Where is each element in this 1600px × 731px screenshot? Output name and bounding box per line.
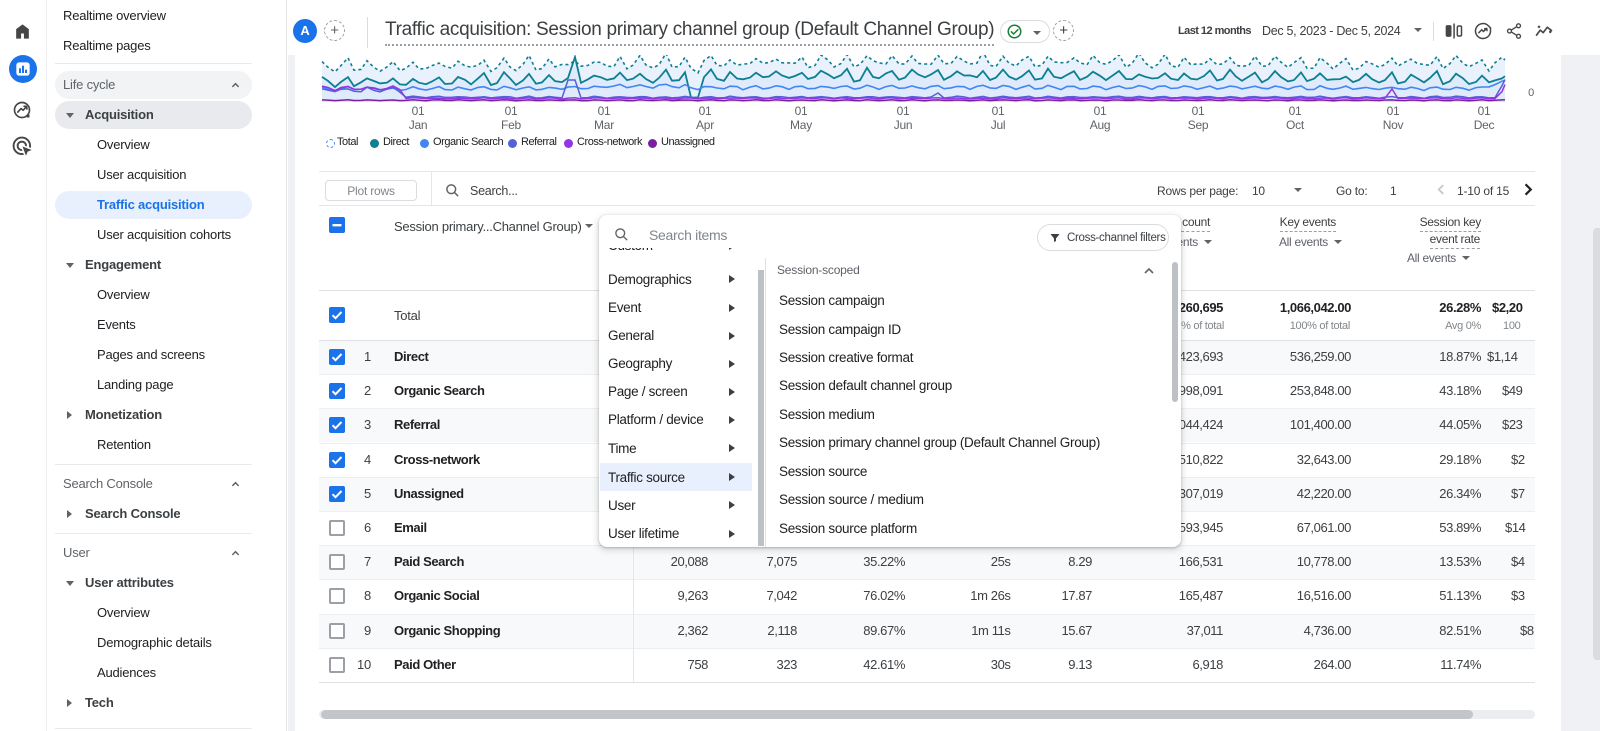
svg-text:Nov: Nov xyxy=(1383,118,1404,132)
svg-text:01: 01 xyxy=(1192,104,1205,118)
svg-text:Mar: Mar xyxy=(594,118,614,132)
svg-text:Jan: Jan xyxy=(409,118,428,132)
svg-text:Aug: Aug xyxy=(1090,118,1111,132)
svg-text:01: 01 xyxy=(699,104,712,118)
svg-text:Apr: Apr xyxy=(696,118,714,132)
svg-text:Sep: Sep xyxy=(1188,118,1209,132)
svg-text:01: 01 xyxy=(412,104,425,118)
svg-text:01: 01 xyxy=(897,104,910,118)
svg-text:Feb: Feb xyxy=(501,118,522,132)
svg-text:01: 01 xyxy=(1094,104,1107,118)
svg-text:Oct: Oct xyxy=(1286,118,1305,132)
svg-text:Jul: Jul xyxy=(991,118,1006,132)
svg-text:May: May xyxy=(790,118,812,132)
svg-text:01: 01 xyxy=(1289,104,1302,118)
svg-text:0: 0 xyxy=(1528,87,1534,99)
svg-text:01: 01 xyxy=(795,104,808,118)
svg-text:01: 01 xyxy=(598,104,611,118)
svg-text:Dec: Dec xyxy=(1474,118,1495,132)
svg-text:01: 01 xyxy=(505,104,518,118)
svg-text:Jun: Jun xyxy=(894,118,913,132)
svg-text:01: 01 xyxy=(992,104,1005,118)
svg-text:01: 01 xyxy=(1387,104,1400,118)
svg-text:01: 01 xyxy=(1478,104,1491,118)
